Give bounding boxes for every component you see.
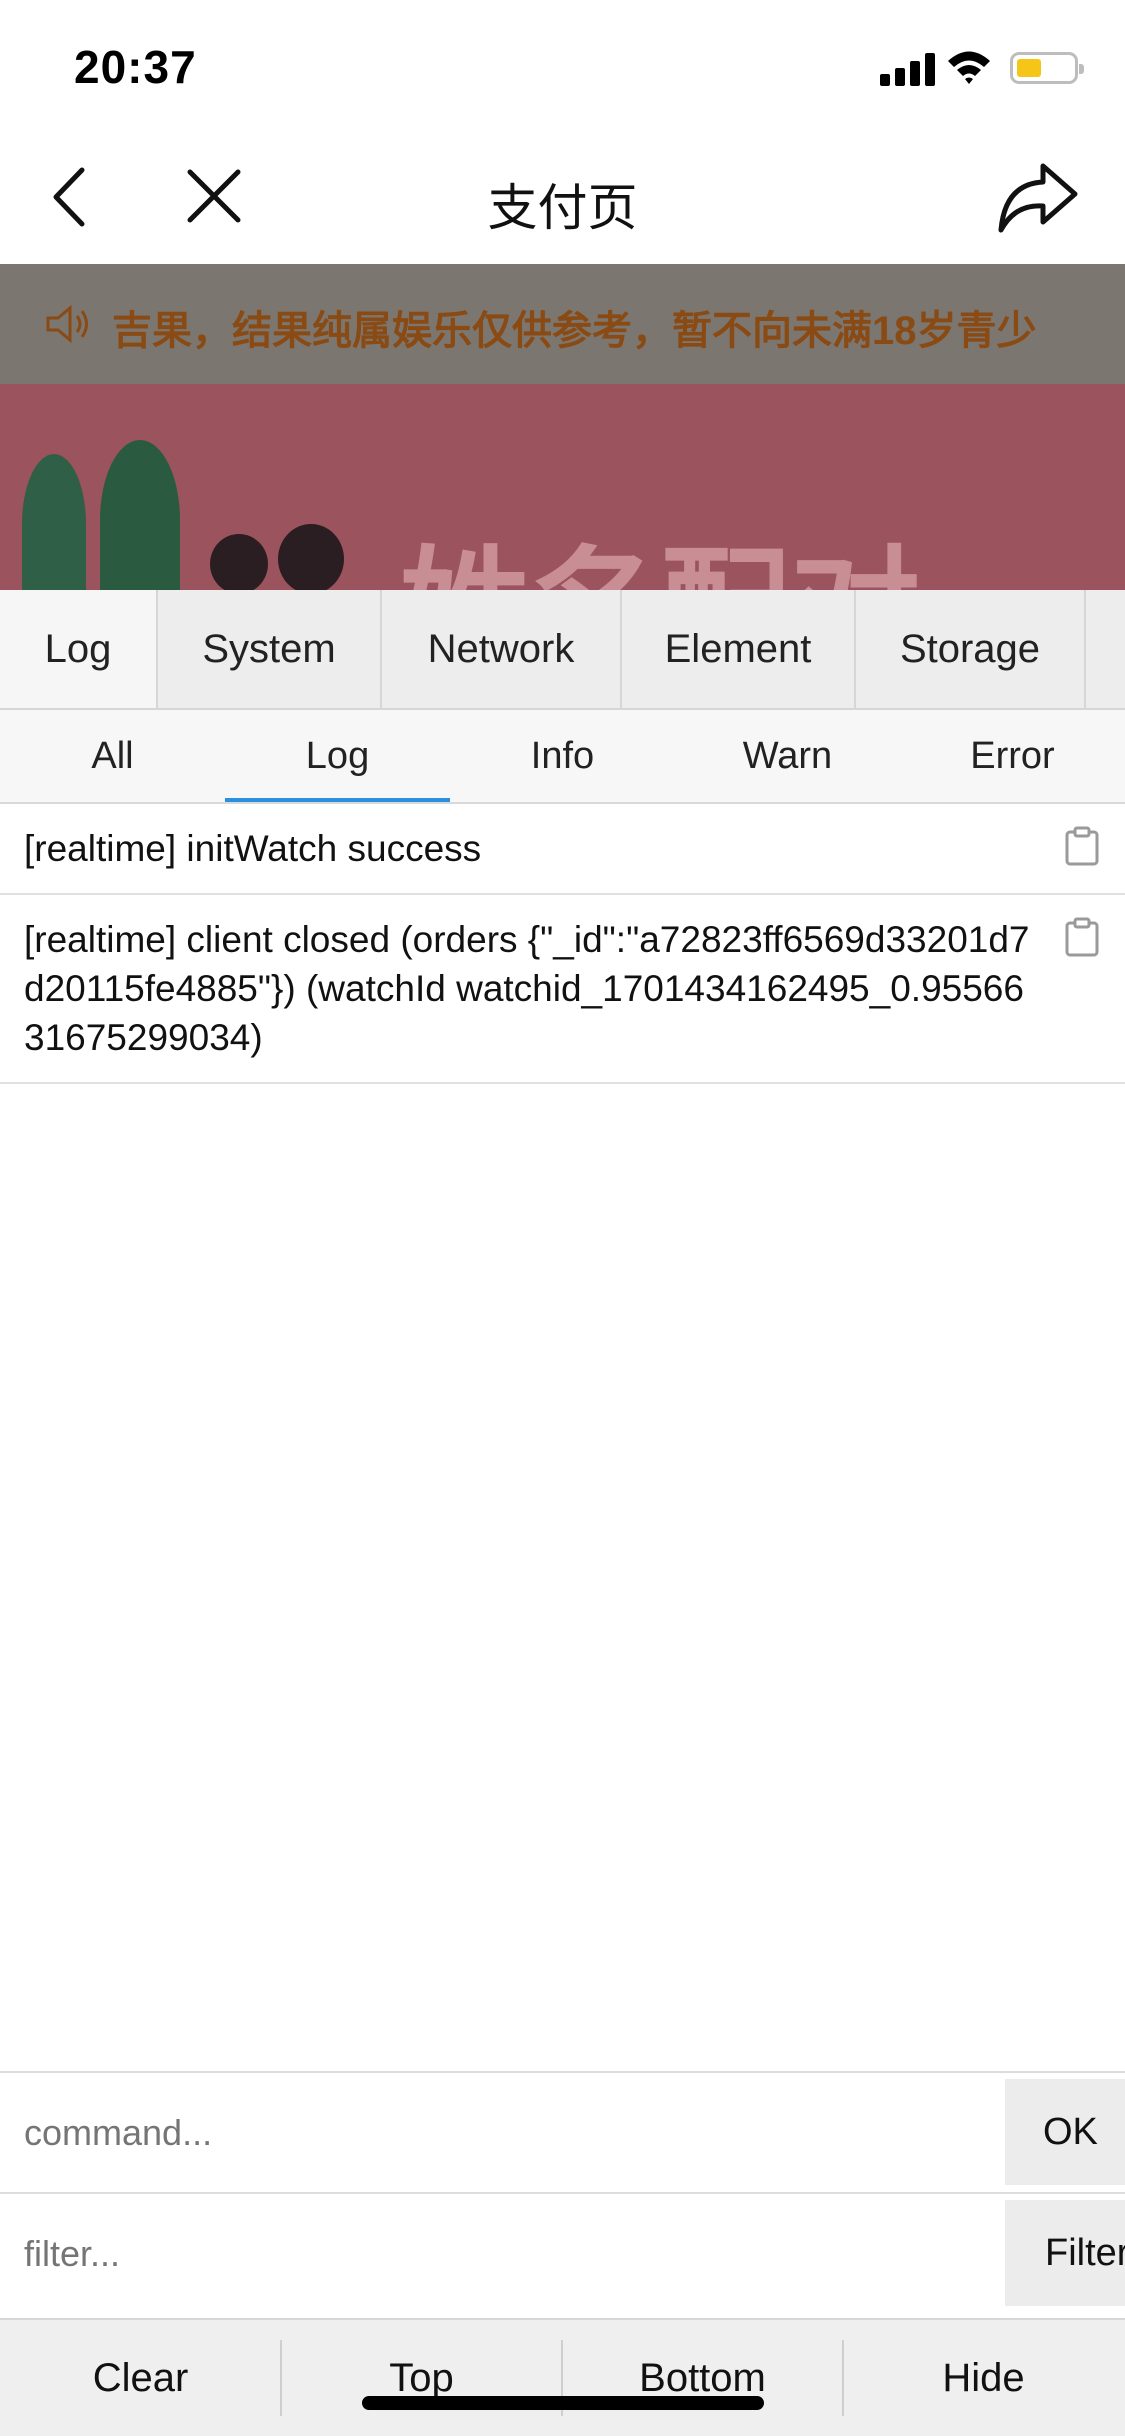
tab-storage[interactable]: Storage: [856, 590, 1086, 708]
tab-log[interactable]: Log: [0, 590, 158, 708]
avatar: [210, 534, 268, 590]
log-text: [realtime] initWatch success: [24, 828, 482, 869]
top-button[interactable]: Top: [281, 2320, 562, 2436]
page-background: 吉果，结果纯属娱乐仅供参考，暂不向未满18岁青少 姓名配对: [0, 264, 1125, 590]
cellular-signal-icon: [880, 52, 936, 86]
battery-icon: [1010, 52, 1084, 84]
home-indicator[interactable]: [362, 2396, 764, 2410]
hide-button[interactable]: Hide: [843, 2320, 1124, 2436]
share-icon[interactable]: [995, 160, 1079, 236]
ok-button[interactable]: OK: [1005, 2079, 1125, 2185]
clear-button[interactable]: Clear: [0, 2320, 281, 2436]
filter-row: Filter: [0, 2194, 1125, 2318]
subtab-warn[interactable]: Warn: [675, 710, 900, 802]
subtab-all[interactable]: All: [0, 710, 225, 802]
subtab-info[interactable]: Info: [450, 710, 675, 802]
avatar: [278, 524, 344, 590]
notice-text: 吉果，结果纯属娱乐仅供参考，暂不向未满18岁青少: [112, 309, 1037, 353]
tab-network[interactable]: Network: [382, 590, 622, 708]
command-input[interactable]: [0, 2073, 1000, 2192]
clipboard-icon[interactable]: [1065, 917, 1099, 957]
speaker-icon: [46, 304, 88, 344]
log-filter-tabs: All Log Info Warn Error: [0, 710, 1125, 804]
bottom-button[interactable]: Bottom: [562, 2320, 843, 2436]
log-entry: [realtime] initWatch success: [0, 804, 1125, 895]
log-text: [realtime] client closed (orders {"_id":…: [24, 919, 1030, 1058]
page-title: 支付页: [487, 180, 638, 236]
tab-system[interactable]: System: [158, 590, 382, 708]
banner: 姓名配对: [0, 384, 1125, 590]
tab-element[interactable]: Element: [622, 590, 856, 708]
nav-bar: 支付页: [0, 132, 1125, 264]
subtab-error[interactable]: Error: [900, 710, 1125, 802]
status-time: 20:37: [74, 41, 197, 93]
console-tabbar: Log System Network Element Storage: [0, 590, 1125, 710]
notice-bar: 吉果，结果纯属娱乐仅供参考，暂不向未满18岁青少: [0, 264, 1125, 384]
log-entry: [realtime] client closed (orders {"_id":…: [0, 895, 1125, 1084]
command-row: OK: [0, 2071, 1125, 2194]
status-bar: 20:37: [0, 0, 1125, 132]
clipboard-icon[interactable]: [1065, 826, 1099, 866]
wifi-icon: [948, 51, 990, 84]
console-toolbar: Clear Top Bottom Hide: [0, 2318, 1125, 2436]
subtab-log[interactable]: Log: [225, 710, 450, 802]
banner-title: 姓名配对: [400, 504, 920, 590]
console-panel: Log System Network Element Storage All L…: [0, 590, 1125, 2436]
filter-input[interactable]: [0, 2194, 1000, 2313]
filter-button[interactable]: Filter: [1005, 2200, 1125, 2306]
log-list: [realtime] initWatch success [realtime] …: [0, 804, 1125, 1084]
